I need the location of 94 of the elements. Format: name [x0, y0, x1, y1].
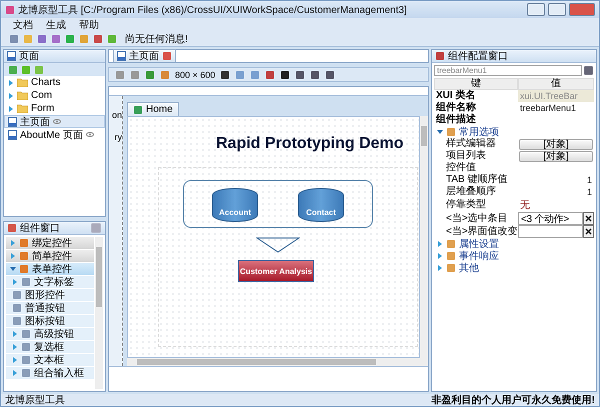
- status-text: 龙博原型工具: [5, 394, 65, 406]
- database-cylinder: Contact: [298, 188, 344, 222]
- clear-button[interactable]: [583, 212, 594, 225]
- customer-analysis-button[interactable]: Customer Analysis: [238, 260, 314, 282]
- scrollbar[interactable]: [95, 237, 103, 389]
- value-cell-text: treebarMenu1: [519, 102, 578, 114]
- clear-button[interactable]: [583, 225, 594, 238]
- page-tab[interactable]: Home: [127, 102, 179, 116]
- menu-item[interactable]: 帮助: [79, 18, 99, 32]
- section-header[interactable]: 属性设置: [434, 238, 594, 250]
- folder-icon: [17, 91, 28, 100]
- value-cell-text: 1: [586, 174, 593, 186]
- tree-item[interactable]: 主页面: [4, 115, 105, 128]
- section-header[interactable]: 事件响应: [434, 250, 594, 262]
- panel-title: 页面: [19, 50, 40, 63]
- component-item[interactable]: 高级按钮: [6, 328, 94, 341]
- panel-title: 组件配置窗口: [448, 50, 509, 63]
- property-key: 停靠类型: [434, 199, 518, 211]
- expand-arrow-icon[interactable]: [10, 253, 16, 259]
- component-item[interactable]: 文本框: [6, 354, 94, 367]
- eye-icon[interactable]: [86, 132, 94, 137]
- expand-arrow-icon[interactable]: [8, 106, 14, 112]
- expand-arrow-icon[interactable]: [10, 266, 16, 272]
- toolbar-icon[interactable]: [280, 70, 290, 80]
- demo-title: Rapid Prototyping Demo: [216, 135, 404, 153]
- database-cylinder: Account: [212, 188, 258, 222]
- expand-arrow-icon[interactable]: [12, 357, 18, 363]
- action-field[interactable]: <3 个动作>: [518, 212, 583, 225]
- page-icon: [8, 130, 17, 140]
- property-key: 组件描述: [434, 114, 518, 126]
- property-key: XUI 类名: [434, 90, 518, 102]
- toolbar-icon[interactable]: [220, 70, 230, 80]
- action-field[interactable]: [518, 225, 583, 238]
- property-key: <当>选中条目: [434, 212, 518, 224]
- category-item[interactable]: 绑定控件: [6, 237, 94, 250]
- minimize-button[interactable]: [527, 3, 545, 16]
- menu-item[interactable]: 文档: [13, 18, 33, 32]
- editor-tab[interactable]: 主页面: [113, 49, 176, 62]
- object-button[interactable]: [对象]: [519, 138, 593, 150]
- component-item[interactable]: 复选框: [6, 341, 94, 354]
- toolbar-icon[interactable]: [295, 70, 306, 80]
- value-cell-text: 无: [519, 199, 531, 212]
- component-search-field[interactable]: treebarMenu1: [434, 65, 582, 76]
- section-header[interactable]: 常用选项: [434, 126, 594, 138]
- category-item[interactable]: 表单控件: [6, 263, 94, 276]
- column-header: 值: [518, 78, 594, 90]
- expand-arrow-icon[interactable]: [10, 240, 16, 246]
- value-cell: xui.UI.TreeBar: [518, 90, 594, 102]
- property-key: 控件值: [434, 162, 518, 174]
- expand-arrow-icon[interactable]: [12, 344, 18, 350]
- expand-arrow-icon[interactable]: [8, 80, 14, 86]
- toolbar-icon[interactable]: [310, 70, 320, 80]
- value-cell-text: 1: [586, 186, 593, 198]
- property-key: <当>界面值改变: [434, 226, 518, 238]
- page-icon: [8, 116, 17, 126]
- property-key: 样式编辑器: [434, 138, 518, 150]
- folder-icon: [17, 104, 28, 113]
- property-key: TAB 键顺序值: [434, 174, 518, 186]
- tree-item[interactable]: Com: [4, 89, 105, 102]
- component-item[interactable]: 组合输入框: [6, 367, 94, 380]
- size-dropdown[interactable]: 800 × 600: [175, 70, 216, 80]
- eye-icon[interactable]: [53, 119, 61, 124]
- sidebar-label: ry: [114, 132, 122, 142]
- license-notice: 非盈利目的个人用户可永久免费使用!: [432, 393, 595, 406]
- scrollbar[interactable]: [127, 358, 428, 366]
- expand-arrow-icon[interactable]: [12, 370, 18, 376]
- expand-arrow-icon[interactable]: [437, 129, 443, 135]
- expand-arrow-icon[interactable]: [12, 279, 18, 285]
- property-key: 层堆叠顺序: [434, 186, 518, 198]
- expand-arrow-icon[interactable]: [8, 92, 14, 98]
- status-message: 尚无任何消息!: [125, 32, 188, 46]
- section-header[interactable]: 其他: [434, 262, 594, 274]
- scrollbar[interactable]: [420, 116, 428, 358]
- component-item[interactable]: 普通按钮: [6, 302, 94, 315]
- column-header: 键: [434, 78, 518, 90]
- property-key: 项目列表: [434, 150, 518, 162]
- tree-item[interactable]: Charts: [4, 76, 105, 89]
- object-button[interactable]: [对象]: [519, 150, 593, 162]
- panel-title: 组件窗口: [20, 222, 61, 235]
- funnel-drawing: [256, 237, 300, 253]
- component-item[interactable]: 图标按钮: [6, 315, 94, 328]
- window-title: 龙博原型工具 [C:/Program Files (x86)/CrossUI/XUIWorkSpace/CustomerManagement3]: [18, 4, 408, 16]
- component-item[interactable]: 文字标签: [6, 276, 94, 289]
- expand-arrow-icon[interactable]: [12, 331, 18, 337]
- tree-item[interactable]: Form: [4, 102, 105, 115]
- category-item[interactable]: 简单控件: [6, 250, 94, 263]
- component-item[interactable]: 图形控件: [6, 289, 94, 302]
- folder-icon: [17, 78, 28, 87]
- menu-item[interactable]: 生成: [46, 18, 66, 32]
- tree-item[interactable]: AboutMe 页面: [4, 128, 105, 141]
- toolbar-icon[interactable]: [325, 70, 336, 80]
- sidebar-label: on: [112, 110, 122, 120]
- maximize-button[interactable]: [548, 3, 566, 16]
- property-key: 组件名称: [434, 102, 518, 114]
